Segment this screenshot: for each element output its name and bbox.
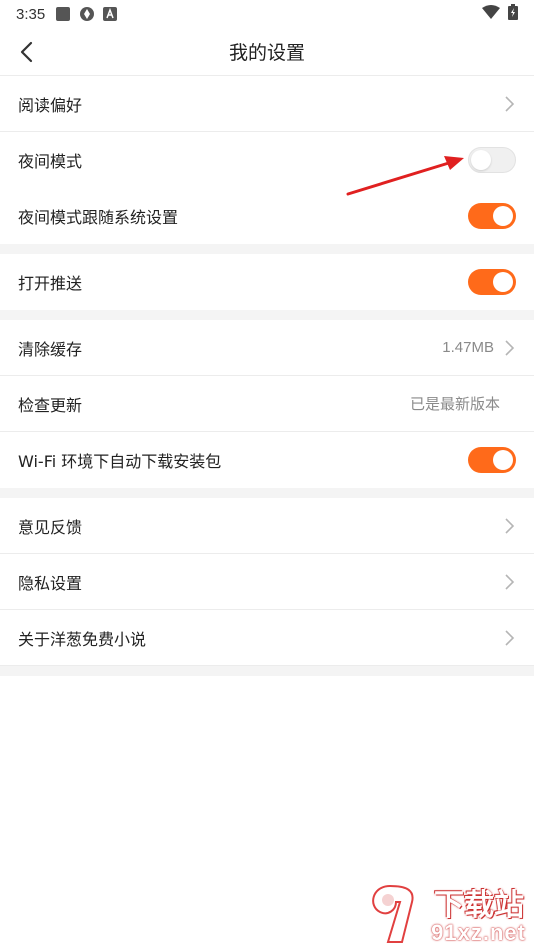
shutter-app-icon (79, 6, 95, 22)
section-divider (0, 244, 534, 254)
wifi-download-toggle[interactable] (468, 447, 516, 473)
chevron-right-icon (502, 517, 516, 535)
reading-preference-row[interactable]: 阅读偏好 (0, 76, 534, 132)
chevron-right-icon (502, 629, 516, 647)
section-divider (0, 666, 534, 676)
push-toggle[interactable] (468, 269, 516, 295)
watermark-logo-icon (372, 884, 414, 943)
check-update-label: 检查更新 (18, 395, 83, 415)
status-time: 3:35 (16, 5, 46, 23)
push-label: 打开推送 (18, 274, 83, 293)
night-mode-toggle[interactable] (468, 147, 516, 173)
battery-icon (508, 4, 518, 24)
app-bar: 我的设置 (0, 28, 534, 76)
cache-size: 1.47MB (442, 339, 494, 356)
reading-preference-label: 阅读偏好 (18, 95, 83, 115)
status-bar: 3:35 (0, 0, 534, 28)
night-mode-row: 夜间模式 (0, 132, 534, 188)
clear-cache-label: 清除缓存 (18, 339, 83, 359)
privacy-row[interactable]: 隐私设置 (0, 554, 534, 610)
chevron-right-icon (502, 339, 516, 357)
section-divider (0, 488, 534, 498)
clear-cache-row[interactable]: 清除缓存 1.47MB (0, 320, 534, 376)
wifi-download-label: Wi-Fi 环境下自动下载安装包 (18, 452, 222, 471)
night-follow-system-label: 夜间模式跟随系统设置 (18, 208, 179, 227)
wifi-icon (482, 5, 500, 23)
about-label: 关于洋葱免费小说 (18, 629, 147, 649)
page-title: 我的设置 (228, 42, 305, 64)
check-update-row[interactable]: 检查更新 已是最新版本 (0, 376, 534, 432)
about-row[interactable]: 关于洋葱免费小说 (0, 610, 534, 666)
toggle-knob (471, 150, 491, 170)
night-mode-label: 夜间模式 (18, 152, 83, 171)
chevron-right-icon (502, 573, 516, 591)
watermark: 下载站 91xz.net (360, 880, 530, 946)
update-status: 已是最新版本 (409, 396, 500, 413)
font-app-icon (103, 7, 118, 21)
chevron-left-icon (20, 41, 33, 63)
push-row: 打开推送 (0, 254, 534, 310)
toggle-knob (493, 206, 513, 226)
status-right-group (482, 4, 518, 24)
privacy-label: 隐私设置 (18, 573, 83, 593)
back-button[interactable] (10, 36, 42, 68)
wifi-download-row: Wi-Fi 环境下自动下载安装包 (0, 432, 534, 488)
watermark-name: 下载站 (434, 888, 524, 923)
chevron-right-icon (502, 95, 516, 113)
notification-square-icon (55, 6, 71, 22)
watermark-site: 91xz.net (431, 920, 526, 945)
section-divider (0, 310, 534, 320)
feedback-label: 意见反馈 (18, 517, 83, 537)
night-follow-system-row: 夜间模式跟随系统设置 (0, 188, 534, 244)
feedback-row[interactable]: 意见反馈 (0, 498, 534, 554)
toggle-knob (493, 450, 513, 470)
night-follow-system-toggle[interactable] (468, 203, 516, 229)
toggle-knob (493, 272, 513, 292)
